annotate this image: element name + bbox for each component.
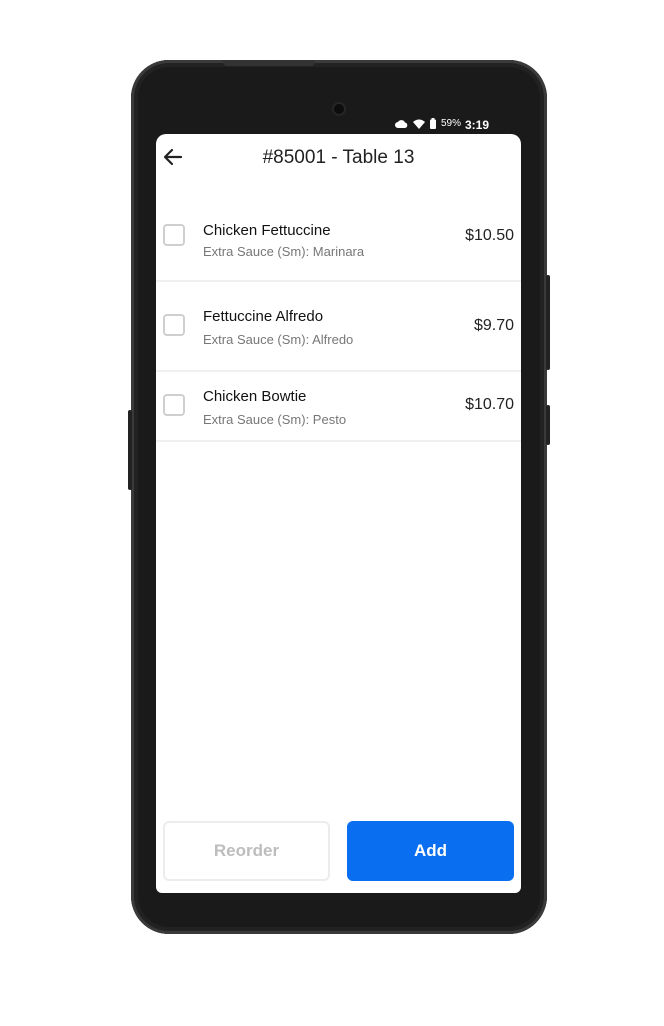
battery-percent: 59% bbox=[440, 118, 461, 129]
side-button-left bbox=[128, 410, 132, 490]
item-checkbox[interactable] bbox=[163, 224, 185, 246]
add-button[interactable]: Add bbox=[347, 821, 514, 881]
battery-icon bbox=[429, 118, 436, 129]
cloud-icon bbox=[394, 120, 408, 128]
item-price: $10.50 bbox=[465, 227, 514, 244]
front-camera bbox=[334, 104, 344, 114]
reorder-button[interactable]: Reorder bbox=[163, 821, 330, 881]
status-icons: 59% bbox=[394, 118, 461, 129]
item-price: $9.70 bbox=[473, 317, 514, 334]
device-top-edge bbox=[223, 60, 315, 66]
item-name: Chicken Fettuccine bbox=[203, 222, 331, 239]
list-item[interactable]: Chicken Bowtie Extra Sauce (Sm): Pesto $… bbox=[156, 372, 521, 442]
order-item-list: Chicken Fettuccine Extra Sauce (Sm): Mar… bbox=[156, 200, 521, 442]
app-screen: #85001 - Table 13 Chicken Fettuccine Ext… bbox=[156, 134, 521, 893]
status-time: 3:19 bbox=[464, 118, 489, 132]
wifi-icon bbox=[412, 119, 425, 129]
item-name: Chicken Bowtie bbox=[203, 388, 307, 405]
item-name: Fettuccine Alfredo bbox=[203, 308, 324, 325]
volume-button bbox=[546, 275, 550, 370]
page-title: #85001 - Table 13 bbox=[262, 147, 415, 168]
list-item[interactable]: Chicken Fettuccine Extra Sauce (Sm): Mar… bbox=[156, 200, 521, 282]
header: #85001 - Table 13 bbox=[156, 134, 521, 184]
item-checkbox[interactable] bbox=[163, 314, 185, 336]
list-item[interactable]: Fettuccine Alfredo Extra Sauce (Sm): Alf… bbox=[156, 282, 521, 372]
item-checkbox[interactable] bbox=[163, 394, 185, 416]
status-bar: 59% 3:19 bbox=[156, 116, 521, 134]
item-modifier: Extra Sauce (Sm): Pesto bbox=[203, 412, 347, 427]
power-button bbox=[546, 405, 550, 445]
item-price: $10.70 bbox=[465, 396, 514, 413]
item-modifier: Extra Sauce (Sm): Marinara bbox=[203, 244, 365, 259]
item-modifier: Extra Sauce (Sm): Alfredo bbox=[203, 332, 354, 347]
action-footer: Reorder Add bbox=[156, 821, 521, 883]
